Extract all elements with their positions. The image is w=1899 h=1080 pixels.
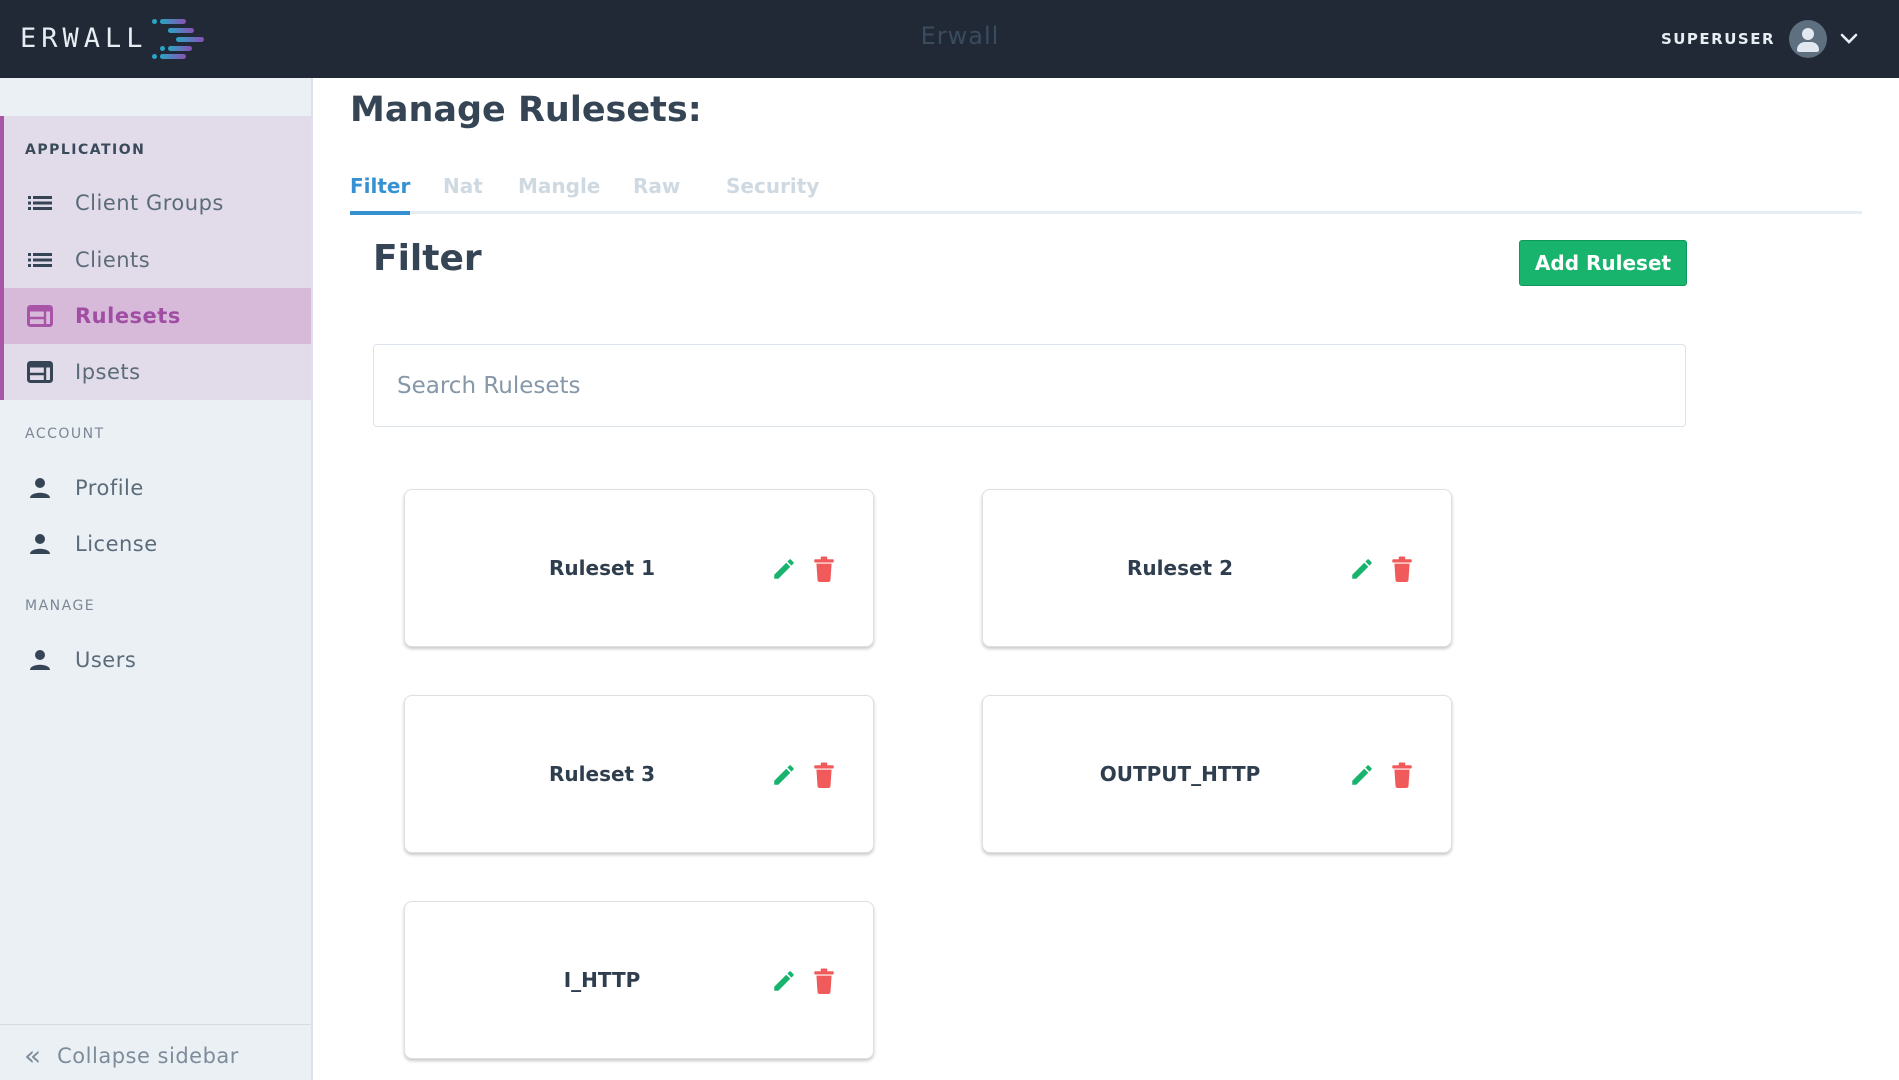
sidebar-item-label: Ipsets <box>75 360 141 384</box>
tab-raw[interactable]: Raw <box>633 168 680 214</box>
ruleset-name: Ruleset 3 <box>549 762 655 786</box>
sidebar-item-label: Rulesets <box>75 304 181 328</box>
ruleset-name: Ruleset 1 <box>549 556 655 580</box>
sidebar-item-client-groups[interactable]: Client Groups <box>0 175 307 231</box>
tab-mangle[interactable]: Mangle <box>518 168 600 214</box>
sidebar: APPLICATION Client Groups Clients Rulese… <box>0 78 313 1080</box>
list-icon <box>26 246 54 274</box>
user-icon <box>26 646 54 674</box>
user-avatar-icon[interactable] <box>1789 20 1827 58</box>
add-ruleset-button[interactable]: Add Ruleset <box>1519 240 1687 286</box>
delete-trash-icon[interactable] <box>1391 556 1413 582</box>
table-icon <box>26 302 54 330</box>
edit-pencil-icon[interactable] <box>771 968 797 994</box>
app-title: Erwall <box>920 22 1000 50</box>
user-icon <box>26 530 54 558</box>
delete-trash-icon[interactable] <box>1391 762 1413 788</box>
search-rulesets-input[interactable] <box>373 344 1686 427</box>
ruleset-card[interactable]: OUTPUT_HTTP <box>982 695 1452 853</box>
delete-trash-icon[interactable] <box>813 762 835 788</box>
edit-pencil-icon[interactable] <box>1349 556 1375 582</box>
user-name: SUPERUSER <box>1660 30 1775 48</box>
page-title: Manage Rulesets: <box>350 90 702 130</box>
edit-pencil-icon[interactable] <box>1349 762 1375 788</box>
ruleset-card[interactable]: Ruleset 2 <box>982 489 1452 647</box>
tab-security[interactable]: Security <box>726 168 819 214</box>
ruleset-name: I_HTTP <box>563 968 641 992</box>
top-header: ERWALL Erwall SUPERUSER <box>0 0 1899 78</box>
sidebar-item-clients[interactable]: Clients <box>0 232 307 288</box>
sidebar-item-label: License <box>75 532 158 556</box>
collapse-sidebar-label: Collapse sidebar <box>57 1044 239 1068</box>
sidebar-item-label: Users <box>75 648 137 672</box>
sidebar-divider <box>0 1024 311 1025</box>
sidebar-item-label: Profile <box>75 476 144 500</box>
edit-pencil-icon[interactable] <box>771 556 797 582</box>
double-chevron-left-icon: « <box>24 1039 42 1072</box>
table-icon <box>26 358 54 386</box>
collapse-sidebar-button[interactable]: « Collapse sidebar <box>24 1038 239 1074</box>
ruleset-card[interactable]: Ruleset 1 <box>404 489 874 647</box>
edit-pencil-icon[interactable] <box>771 762 797 788</box>
section-label-application: APPLICATION <box>25 142 146 158</box>
ruleset-name: Ruleset 2 <box>1127 556 1233 580</box>
sidebar-item-label: Clients <box>75 248 151 272</box>
section-title: Filter <box>373 238 482 279</box>
delete-trash-icon[interactable] <box>813 556 835 582</box>
chevron-down-icon[interactable] <box>1839 29 1859 49</box>
user-menu[interactable]: SUPERUSER <box>1661 18 1859 60</box>
sidebar-item-profile[interactable]: Profile <box>0 460 307 516</box>
ruleset-name: OUTPUT_HTTP <box>1099 762 1261 786</box>
user-icon <box>26 474 54 502</box>
list-icon <box>26 189 54 217</box>
delete-trash-icon[interactable] <box>813 968 835 994</box>
tab-nat[interactable]: Nat <box>443 168 483 214</box>
tab-filter[interactable]: Filter <box>350 168 411 215</box>
section-label-manage: MANAGE <box>25 598 96 614</box>
section-label-account: ACCOUNT <box>25 426 105 442</box>
ruleset-card[interactable]: Ruleset 3 <box>404 695 874 853</box>
table-tabs: Filter Nat Mangle Raw Security <box>350 168 1862 215</box>
main-content: Manage Rulesets: Filter Nat Mangle Raw S… <box>313 78 1899 1080</box>
sidebar-item-license[interactable]: License <box>0 516 307 572</box>
sidebar-item-users[interactable]: Users <box>0 632 307 688</box>
sidebar-item-ipsets[interactable]: Ipsets <box>0 344 307 400</box>
sidebar-item-label: Client Groups <box>75 191 224 215</box>
sidebar-item-rulesets[interactable]: Rulesets <box>4 288 311 344</box>
ruleset-card[interactable]: I_HTTP <box>404 901 874 1059</box>
